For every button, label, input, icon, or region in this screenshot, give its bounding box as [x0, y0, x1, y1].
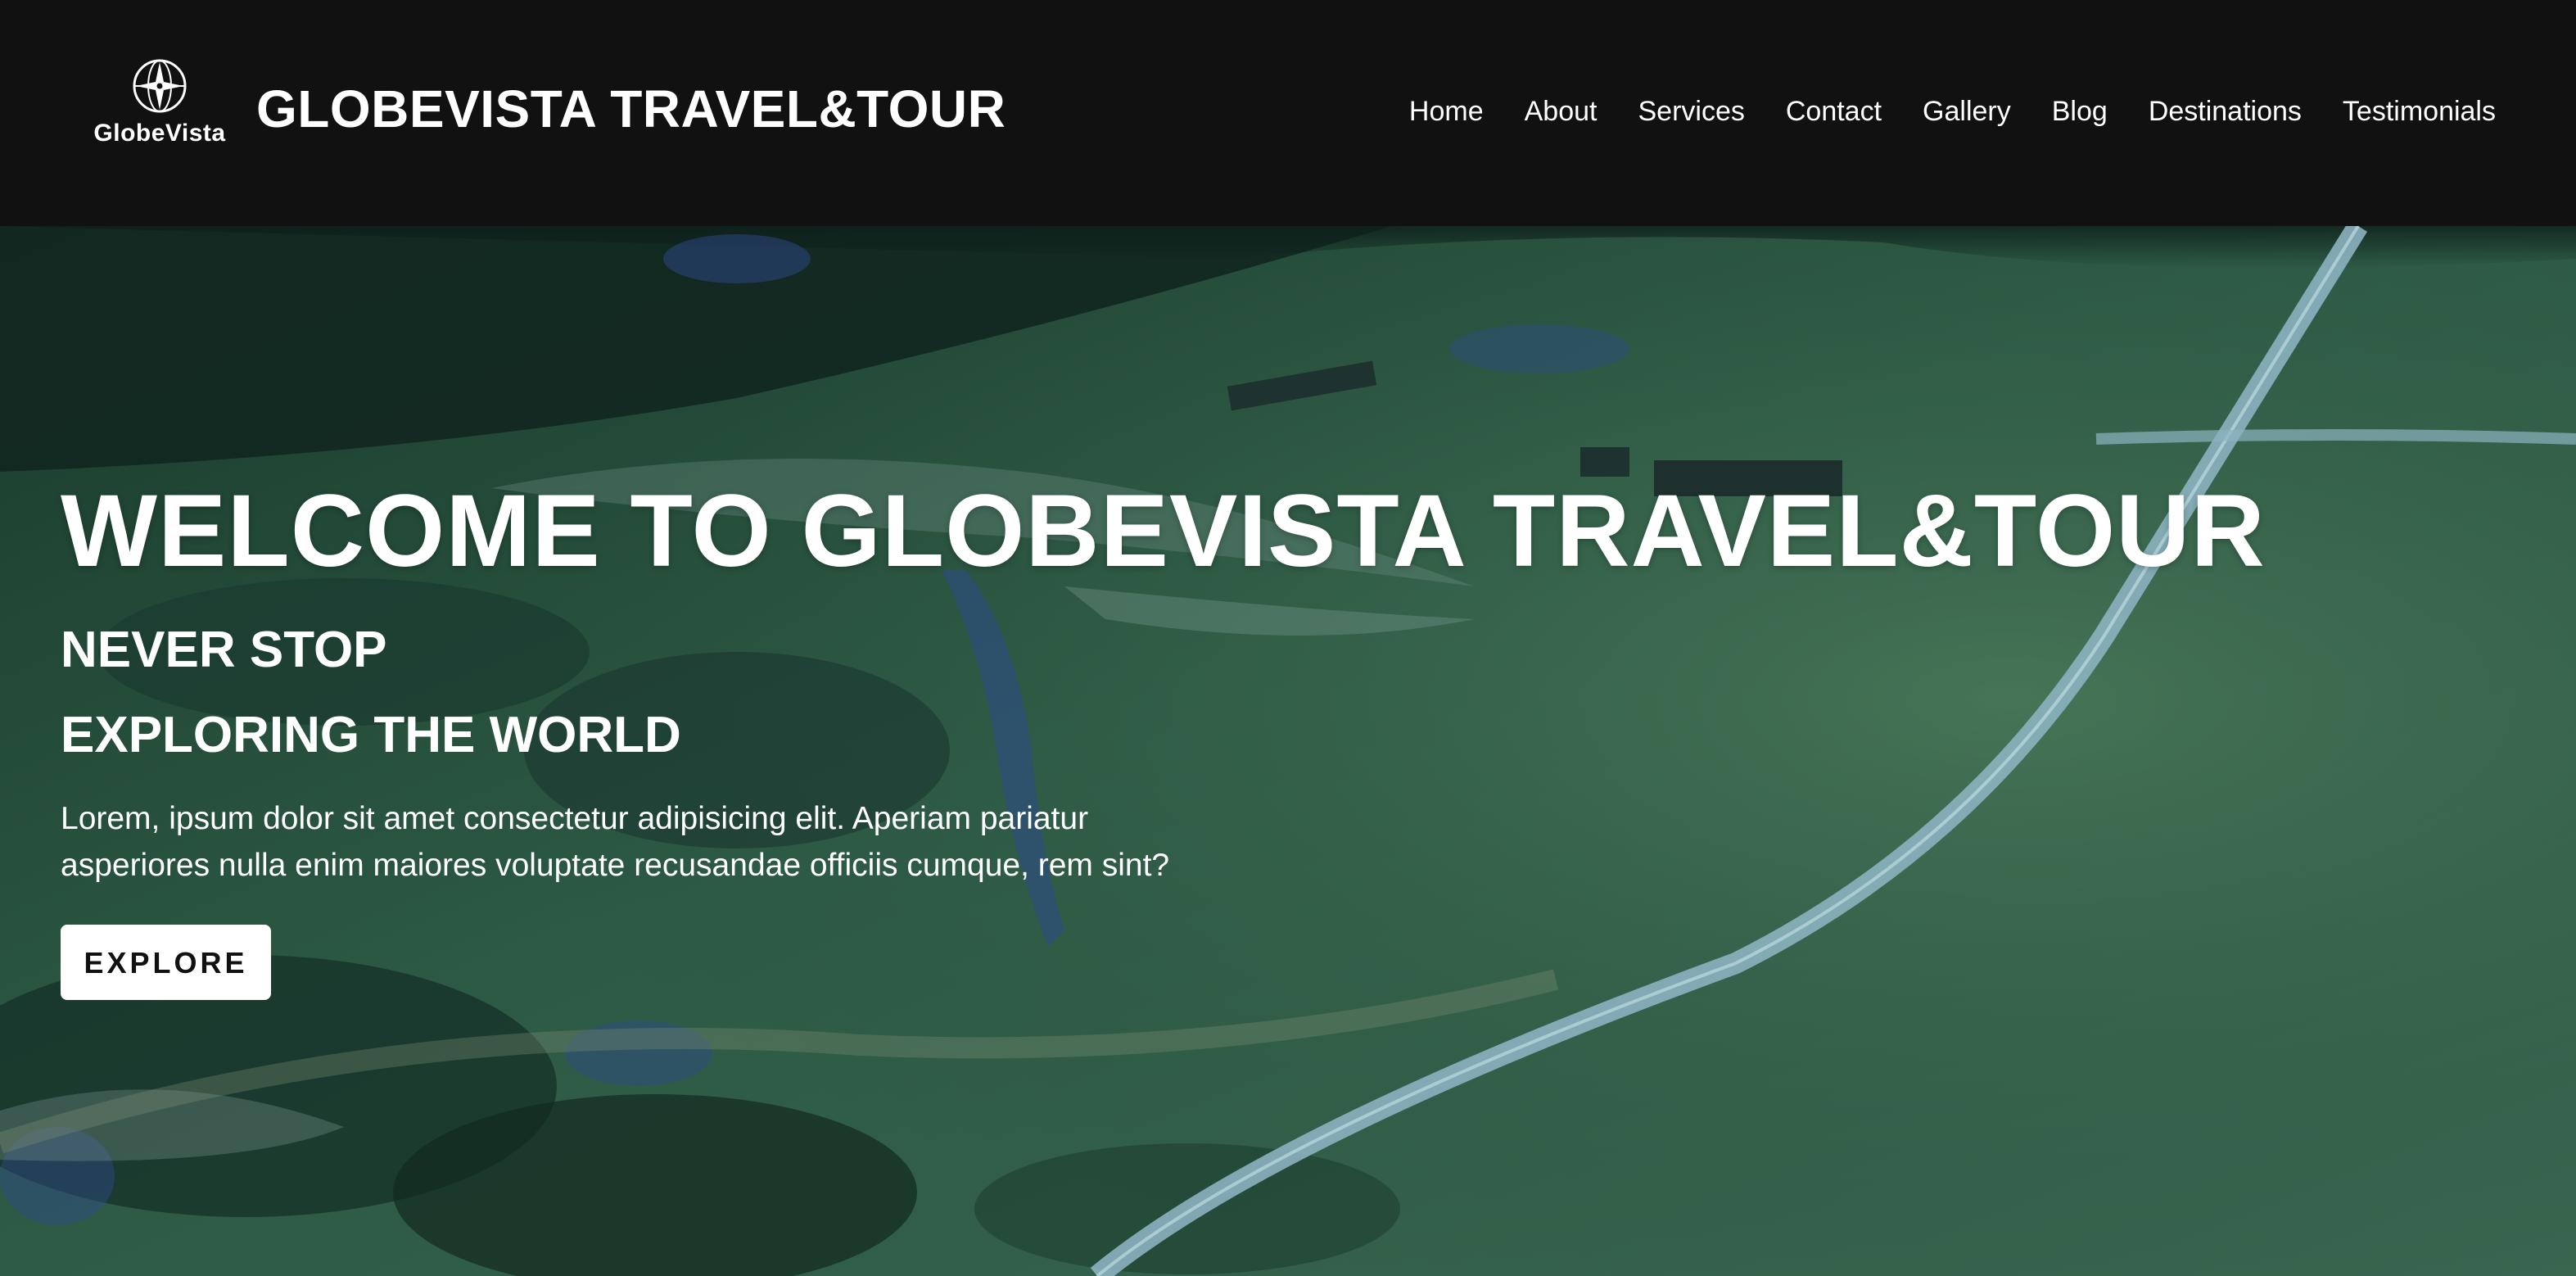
- hero-section: WELCOME TO GLOBEVISTA TRAVEL&TOUR NEVER …: [0, 226, 2576, 1276]
- logo-text: GlobeVista: [93, 120, 226, 147]
- nav-link-home[interactable]: Home: [1409, 93, 1484, 129]
- nav-link-contact[interactable]: Contact: [1786, 93, 1882, 129]
- main-nav: Home About Services Contact Gallery Blog…: [1409, 93, 2496, 129]
- nav-link-gallery[interactable]: Gallery: [1923, 93, 2011, 129]
- site-header: GlobeVista GLOBEVISTA TRAVEL&TOUR Home A…: [0, 0, 2576, 226]
- hero-content: WELCOME TO GLOBEVISTA TRAVEL&TOUR NEVER …: [61, 480, 2435, 1000]
- globe-compass-logo-icon: [133, 59, 187, 113]
- nav-link-testimonials[interactable]: Testimonials: [2343, 93, 2496, 129]
- nav-link-about[interactable]: About: [1525, 93, 1598, 129]
- hero-subtitle-line1: NEVER STOP: [61, 622, 387, 678]
- nav-link-destinations[interactable]: Destinations: [2149, 93, 2302, 129]
- hero-description: Lorem, ipsum dolor sit amet consectetur …: [61, 801, 1170, 883]
- brand-title: GLOBEVISTA TRAVEL&TOUR: [256, 79, 1006, 138]
- explore-button[interactable]: EXPLORE: [61, 925, 271, 1000]
- hero-title: WELCOME TO GLOBEVISTA TRAVEL&TOUR: [61, 474, 2266, 588]
- hero-subtitle-line2: EXPLORING THE WORLD: [61, 707, 681, 763]
- site-logo[interactable]: GlobeVista: [90, 57, 229, 164]
- nav-link-services[interactable]: Services: [1638, 93, 1744, 129]
- nav-link-blog[interactable]: Blog: [2052, 93, 2108, 129]
